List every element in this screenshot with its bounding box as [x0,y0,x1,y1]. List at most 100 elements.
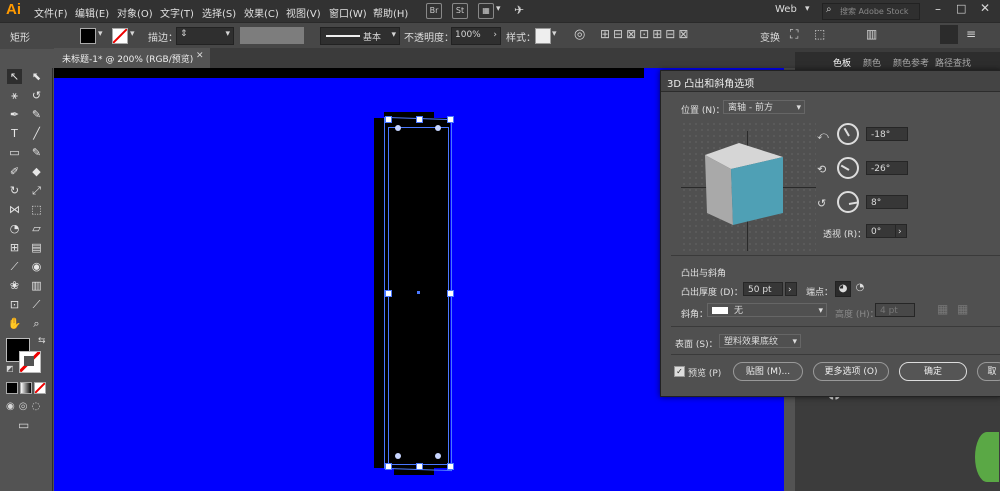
opacity-input[interactable]: 100% › [451,27,501,45]
gpu-performance-icon[interactable]: ✈ [514,3,524,17]
hand-tool-icon[interactable]: ✋ [7,316,22,331]
selection-handle[interactable] [447,290,454,297]
x-rotation-dial[interactable] [837,123,859,145]
selection-tool-icon[interactable]: ↖ [7,69,22,84]
selection-handle[interactable] [385,463,392,470]
shaper-tool-icon[interactable]: ✐ [7,164,22,179]
anchor-point[interactable] [395,453,401,459]
menu-view[interactable]: 视图(V) [286,5,321,20]
y-rotation-dial[interactable] [837,157,859,179]
paintbrush-tool-icon[interactable]: ✎ [29,145,44,160]
tab-document[interactable]: 未标题-1* @ 200% (RGB/预览) ✕ [54,48,210,68]
selection-handle[interactable] [416,116,423,123]
eraser-tool-icon[interactable]: ◆ [29,164,44,179]
height-input[interactable]: 4 pt [875,303,915,317]
curvature-tool-icon[interactable]: ✎ [29,107,44,122]
default-colors-icon[interactable]: ◩ [6,364,14,373]
free-transform-tool-icon[interactable]: ⬚ [29,202,44,217]
isolate-icon[interactable]: ⛶ [790,27,798,42]
selection-handle[interactable] [447,116,454,123]
perspective-grid-tool-icon[interactable]: ▱ [29,221,44,236]
close-window-button[interactable]: ✕ [980,1,990,15]
menu-effect[interactable]: 效果(C) [244,5,279,20]
anchor-point[interactable] [395,125,401,131]
y-rotation-input[interactable]: -26° [866,161,908,175]
chevron-right-icon[interactable]: › [785,282,797,296]
magic-wand-tool-icon[interactable]: ⚹ [7,88,22,103]
ok-button[interactable]: 确定 [899,362,967,381]
chevron-right-icon[interactable]: › [493,30,497,40]
type-tool-icon[interactable]: T [7,126,22,141]
symbol-sprayer-tool-icon[interactable]: ❀ [7,278,22,293]
blend-tool-icon[interactable]: ◉ [29,259,44,274]
stroke-swatch[interactable] [112,28,128,44]
anchor-point[interactable] [435,125,441,131]
artboard-tool-icon[interactable]: ⊡ [7,297,22,312]
direct-selection-tool-icon[interactable]: ⬉ [29,69,44,84]
minimize-button[interactable]: – [935,2,941,16]
bevel-dropdown[interactable]: 无 ▾ [707,303,827,317]
graphic-style-swatch[interactable] [535,28,551,44]
z-rotation-input[interactable]: 8° [866,195,908,209]
selection-handle[interactable] [416,463,423,470]
drawing-modes-icon[interactable]: ◉◎◌ [6,401,44,412]
selection-handle[interactable] [447,463,454,470]
opacity-label[interactable]: 不透明度： [404,29,454,44]
brush-definition-dropdown[interactable]: 基本 ▾ [320,27,400,45]
align-icons[interactable]: ⊞⊟⊠⊡⊞⊟⊠ [600,27,691,41]
shape-builder-tool-icon[interactable]: ◔ [7,221,22,236]
stroke-color-icon[interactable] [19,351,41,373]
tab-pathfinder[interactable]: 路径查找 [935,56,971,69]
preview-checkbox[interactable]: ✓ [674,366,685,377]
gradient-mode-icon[interactable] [20,382,32,394]
envelope-icon[interactable]: ▥ [866,27,877,41]
menu-object[interactable]: 对象(O) [117,5,153,20]
hamburger-menu-icon[interactable]: ≡ [966,27,976,41]
chevron-down-icon[interactable]: ▾ [805,4,810,14]
cap-off-icon[interactable]: ◔ [853,281,867,295]
variable-width-profile[interactable] [240,27,304,44]
pen-tool-icon[interactable]: ✒ [7,107,22,122]
screen-mode-icon[interactable]: ▭ [18,418,29,432]
menu-type[interactable]: 文字(T) [160,5,194,20]
transform-button[interactable]: 变换 [760,29,780,44]
cap-on-icon[interactable]: ◕ [835,281,851,297]
x-rotation-input[interactable]: -18° [866,127,908,141]
stepper-icon[interactable]: ⇕ [180,29,188,39]
menu-help[interactable]: 帮助(H) [373,5,408,20]
surface-dropdown[interactable]: 塑料效果底纹 ▾ [719,334,801,348]
zoom-tool-icon[interactable]: ⌕ [29,316,44,331]
tab-color-guide[interactable]: 颜色参考 [893,56,929,69]
mesh-tool-icon[interactable]: ⊞ [7,240,22,255]
selection-handle[interactable] [385,290,392,297]
arrange-documents-icon[interactable]: ▦ [478,3,494,19]
panel-menu-icon[interactable] [940,25,958,44]
rotate-tool-icon[interactable]: ↻ [7,183,22,198]
chevron-right-icon[interactable]: › [895,224,907,238]
cube-preview[interactable] [699,141,799,231]
workspace-switcher[interactable]: Web [775,4,797,15]
bevel-extent-out-icon[interactable]: ▦ [937,302,948,316]
color-mode-icon[interactable] [6,382,18,394]
z-rotation-dial[interactable] [837,191,859,213]
lasso-tool-icon[interactable]: ↺ [29,88,44,103]
menu-edit[interactable]: 编辑(E) [75,5,109,20]
chevron-down-icon[interactable]: ▾ [552,29,557,39]
recolor-artwork-icon[interactable]: ◎ [574,27,585,42]
fill-swatch[interactable] [80,28,96,44]
stock-icon[interactable]: St [452,3,468,19]
swap-colors-icon[interactable]: ⇆ [38,336,46,346]
maximize-button[interactable]: □ [956,2,966,15]
gradient-tool-icon[interactable]: ▤ [29,240,44,255]
chevron-down-icon[interactable]: ▾ [130,29,135,39]
stroke-label[interactable]: 描边： [148,29,178,44]
chevron-down-icon[interactable]: ▾ [225,29,230,39]
width-tool-icon[interactable]: ⋈ [7,202,22,217]
position-dropdown[interactable]: 离轴 - 前方 ▾ [723,100,805,114]
preview-label[interactable]: 预览 (P) [688,366,721,379]
anchor-point[interactable] [435,453,441,459]
menu-window[interactable]: 窗口(W) [329,5,367,20]
search-input[interactable]: ⌕ 搜索 Adobe Stock [822,3,920,20]
eyedropper-tool-icon[interactable]: ⟋ [7,259,22,274]
close-icon[interactable]: ✕ [196,51,204,61]
